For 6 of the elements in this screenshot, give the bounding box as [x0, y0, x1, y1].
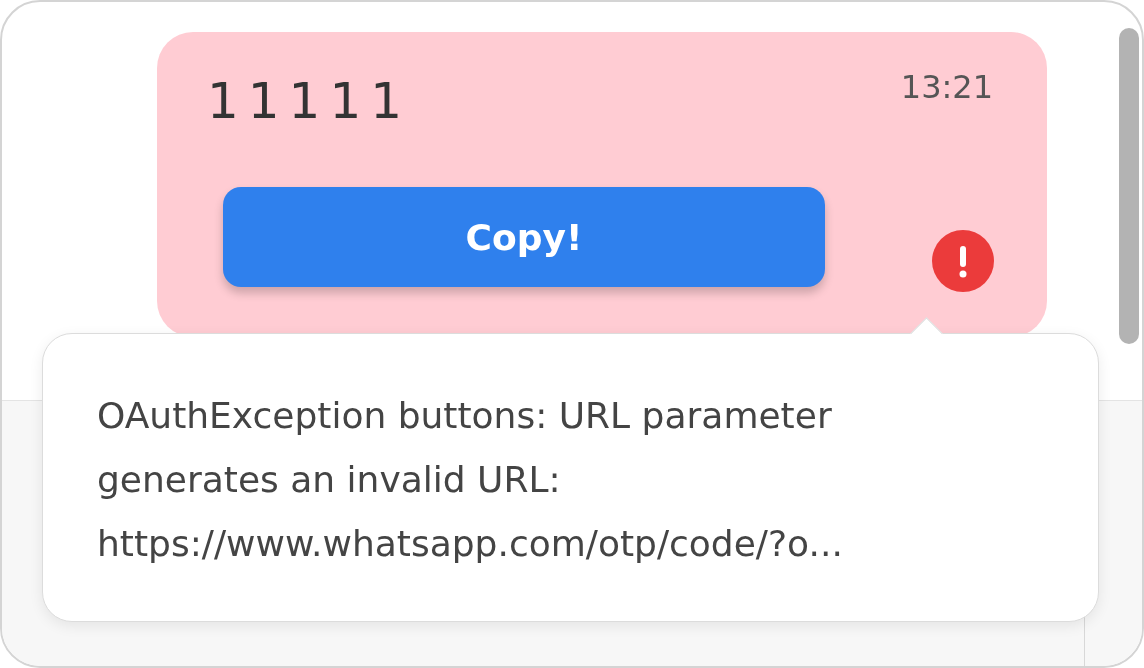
copy-button[interactable]: Copy!	[223, 187, 825, 287]
message-text: 11111	[207, 72, 412, 130]
scrollbar-thumb[interactable]	[1119, 28, 1139, 344]
error-message: OAuthException buttons: URL parameter generates an invalid URL: https://www.whatsapp.com/otp/code/?o...	[97, 394, 844, 566]
error-icon[interactable]	[932, 230, 994, 292]
message-time: 13:21	[900, 68, 993, 106]
